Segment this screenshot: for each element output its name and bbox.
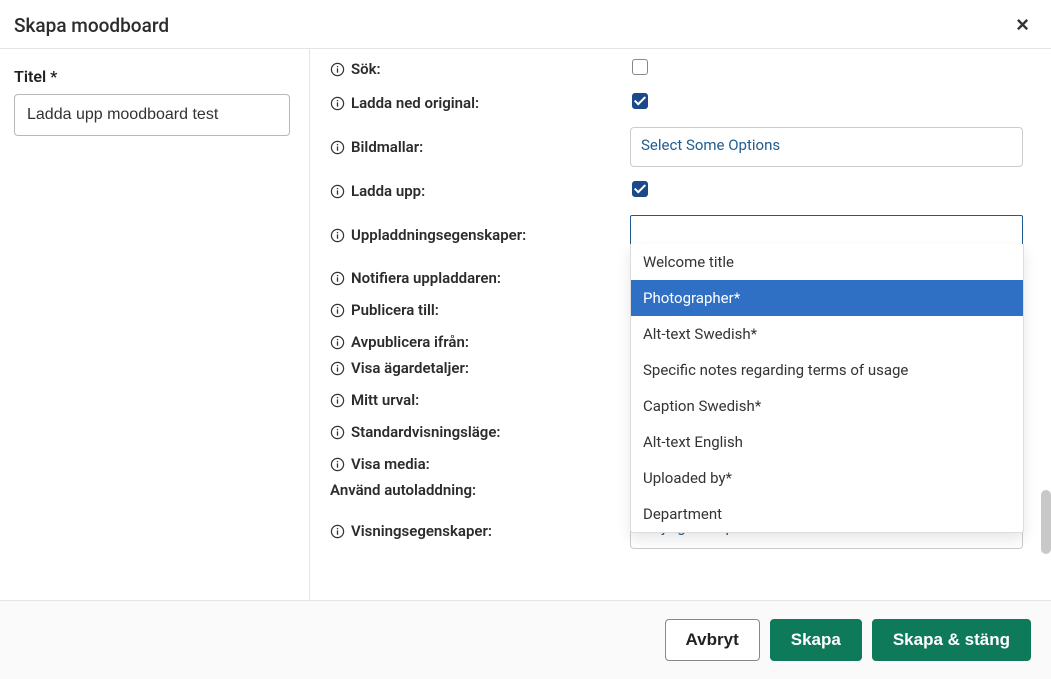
label-upload-props: Uppladdningsegenskaper:	[351, 226, 526, 244]
title-input[interactable]	[14, 94, 290, 136]
dropdown-item[interactable]: Uploaded by*	[631, 460, 1023, 496]
info-icon[interactable]	[330, 96, 345, 111]
label-ladda-ned: Ladda ned original:	[351, 94, 479, 112]
info-icon[interactable]	[330, 425, 345, 440]
checkbox-sok[interactable]	[632, 59, 648, 75]
checkbox-ladda-upp[interactable]	[632, 181, 648, 197]
left-column: Titel *	[0, 49, 310, 600]
cancel-button[interactable]: Avbryt	[665, 619, 760, 661]
info-icon[interactable]	[330, 361, 345, 376]
dropdown-item[interactable]: Alt-text English	[631, 424, 1023, 460]
label-default-view: Standardvisningsläge:	[351, 423, 501, 441]
select-bildmallar[interactable]: Select Some Options	[630, 127, 1023, 167]
checkbox-ladda-ned[interactable]	[632, 93, 648, 109]
modal-header: Skapa moodboard ×	[0, 0, 1051, 49]
close-button[interactable]: ×	[1012, 12, 1033, 38]
label-autoload: Använd autoladdning:	[330, 481, 476, 499]
info-icon[interactable]	[330, 303, 345, 318]
upload-props-dropdown[interactable]: Welcome title Photographer* Alt-text Swe…	[630, 244, 1024, 533]
info-icon[interactable]	[330, 271, 345, 286]
dropdown-item[interactable]: Caption Swedish*	[631, 388, 1023, 424]
dropdown-item[interactable]: Specific notes regarding terms of usage	[631, 352, 1023, 388]
dropdown-item[interactable]: Department	[631, 496, 1023, 532]
label-sok: Sök:	[351, 60, 381, 78]
row-ladda-ned: Ladda ned original:	[330, 93, 1023, 113]
dropdown-item[interactable]: Photographer*	[631, 280, 1023, 316]
create-moodboard-modal: Skapa moodboard × Titel * Sök:	[0, 0, 1051, 679]
label-my-selection: Mitt urval:	[351, 391, 419, 409]
row-sok: Sök:	[330, 59, 1023, 79]
label-owner-details: Visa ägardetaljer:	[351, 359, 469, 377]
label-unpublish-from: Avpublicera ifrån:	[351, 333, 469, 351]
info-icon[interactable]	[330, 184, 345, 199]
right-column[interactable]: Sök: Ladda ned original:	[310, 49, 1051, 600]
info-icon[interactable]	[330, 457, 345, 472]
create-button[interactable]: Skapa	[770, 619, 862, 661]
info-icon[interactable]	[330, 393, 345, 408]
title-label: Titel *	[14, 67, 295, 86]
dropdown-item[interactable]: Alt-text Swedish*	[631, 316, 1023, 352]
create-close-button[interactable]: Skapa & stäng	[872, 619, 1031, 661]
info-icon[interactable]	[330, 335, 345, 350]
row-ladda-upp: Ladda upp:	[330, 181, 1023, 201]
label-view-props: Visningsegenskaper:	[351, 522, 492, 540]
info-icon[interactable]	[330, 228, 345, 243]
modal-footer: Avbryt Skapa Skapa & stäng	[0, 600, 1051, 679]
scrollbar-thumb[interactable]	[1041, 490, 1051, 554]
label-show-media: Visa media:	[351, 455, 430, 473]
modal-body: Titel * Sök:	[0, 49, 1051, 600]
info-icon[interactable]	[330, 524, 345, 539]
label-publish-to: Publicera till:	[351, 301, 439, 319]
label-ladda-upp: Ladda upp:	[351, 182, 425, 200]
label-bildmallar: Bildmallar:	[351, 138, 423, 156]
row-bildmallar: Bildmallar: Select Some Options	[330, 127, 1023, 167]
info-icon[interactable]	[330, 62, 345, 77]
modal-title: Skapa moodboard	[14, 14, 169, 37]
dropdown-item[interactable]: Welcome title	[631, 244, 1023, 280]
label-notify: Notifiera uppladdaren:	[351, 269, 501, 287]
info-icon[interactable]	[330, 140, 345, 155]
